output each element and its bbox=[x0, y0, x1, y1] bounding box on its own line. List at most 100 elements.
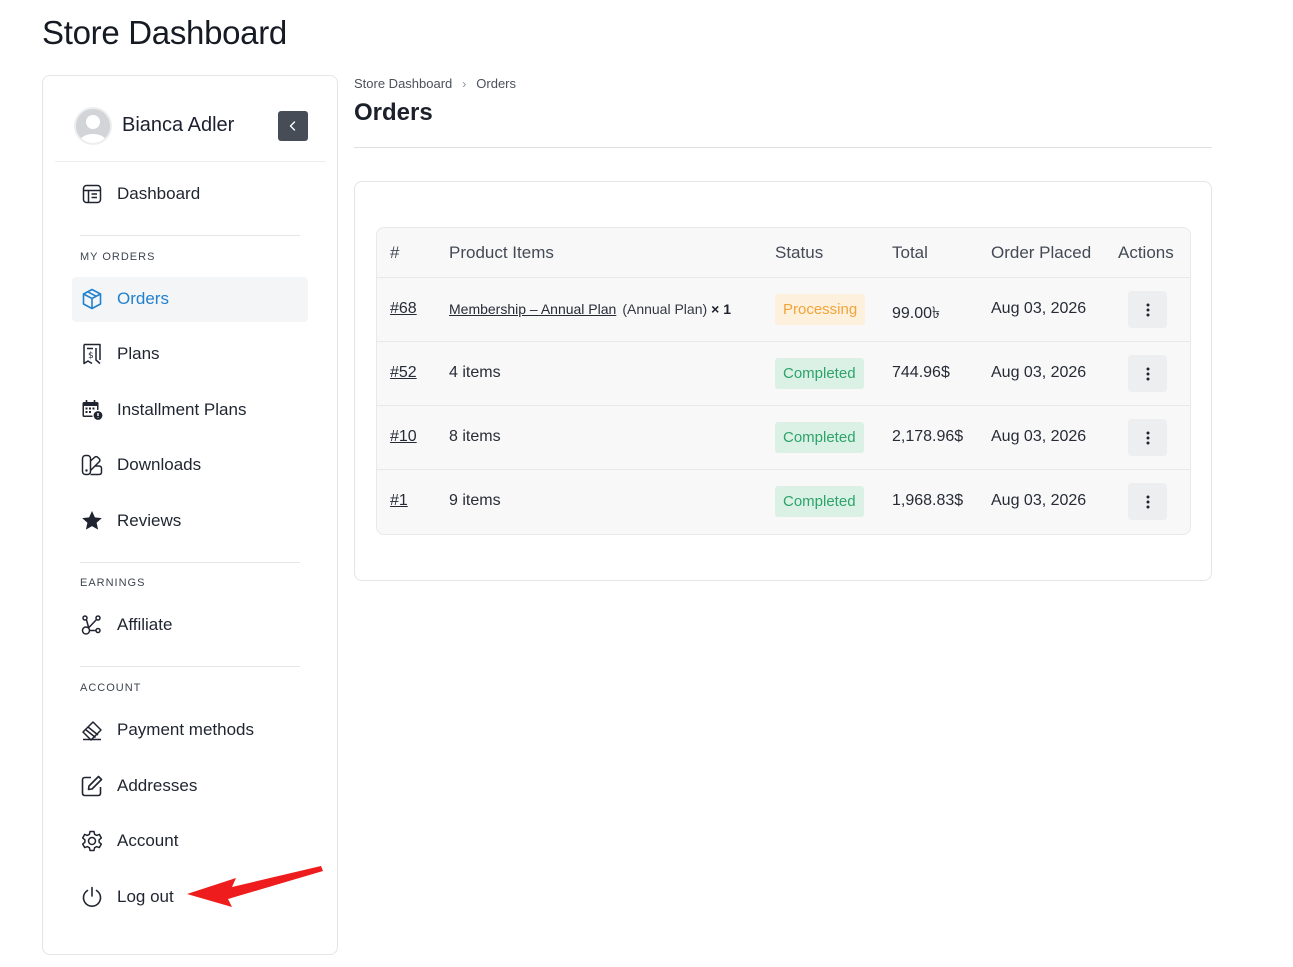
section-title: Orders bbox=[354, 99, 433, 126]
column-header-product-items: Product Items bbox=[449, 243, 554, 262]
order-date: Aug 03, 2026 bbox=[991, 428, 1087, 445]
sidebar-item-payment-methods[interactable]: Payment methods bbox=[72, 708, 308, 753]
order-link[interactable]: #52 bbox=[390, 364, 417, 381]
dashboard-icon bbox=[80, 182, 104, 206]
sidebar-item-label: Dashboard bbox=[117, 184, 201, 203]
sidebar-item-label: Installment Plans bbox=[117, 400, 247, 419]
sidebar-item-label: Addresses bbox=[117, 776, 198, 795]
column-header-order-placed: Order Placed bbox=[991, 243, 1092, 262]
table-header: # Product Items Status Total Order Place… bbox=[377, 228, 1190, 278]
sidebar-item-installment-plans[interactable]: Installment Plans bbox=[72, 388, 308, 433]
sidebar-item-reviews[interactable]: Reviews bbox=[72, 499, 308, 544]
order-link[interactable]: #10 bbox=[390, 428, 417, 445]
product-quantity: × 1 bbox=[711, 301, 732, 317]
sidebar-item-label: Plans bbox=[117, 344, 160, 363]
order-date: Aug 03, 2026 bbox=[991, 364, 1087, 381]
box-icon bbox=[80, 287, 104, 311]
sidebar-item-label: Affiliate bbox=[117, 615, 173, 634]
sidebar-item-addresses[interactable]: Addresses bbox=[72, 764, 308, 809]
affiliate-icon bbox=[80, 613, 104, 637]
product-variant: (Annual Plan) bbox=[622, 301, 708, 317]
column-header-status: Status bbox=[775, 243, 824, 262]
order-total: 2,178.96$ bbox=[892, 428, 964, 445]
profile-header: Bianca Adler bbox=[55, 76, 326, 162]
section-label-account: ACCOUNT bbox=[80, 682, 142, 694]
sidebar-item-downloads[interactable]: Downloads bbox=[72, 443, 308, 488]
breadcrumb-link-store-dashboard[interactable]: Store Dashboard bbox=[354, 76, 452, 91]
calendar-icon bbox=[80, 398, 104, 422]
table-row: #52 4 items Completed 744.96$ Aug 03, 20… bbox=[377, 342, 1190, 406]
order-date: Aug 03, 2026 bbox=[991, 300, 1087, 317]
edit-icon bbox=[80, 774, 104, 798]
sidebar-item-dashboard[interactable]: Dashboard bbox=[72, 172, 308, 217]
divider bbox=[80, 666, 300, 667]
star-icon bbox=[80, 509, 104, 533]
order-actions-button[interactable] bbox=[1128, 355, 1167, 392]
sidebar-item-account[interactable]: Account bbox=[72, 819, 308, 864]
sidebar-item-plans[interactable]: $ Plans bbox=[72, 332, 308, 377]
orders-card: # Product Items Status Total Order Place… bbox=[354, 181, 1212, 581]
order-number-cell: #52 bbox=[390, 364, 417, 382]
order-date: Aug 03, 2026 bbox=[991, 492, 1087, 509]
divider bbox=[354, 147, 1212, 148]
status-badge: Completed bbox=[775, 358, 864, 389]
sidebar-item-label: Payment methods bbox=[117, 720, 255, 739]
collapse-sidebar-button[interactable] bbox=[278, 111, 308, 141]
order-number-cell: #10 bbox=[390, 428, 417, 446]
chevron-right-icon: › bbox=[462, 76, 467, 91]
product-items-cell: 9 items bbox=[449, 492, 501, 509]
product-link[interactable]: Membership – Annual Plan bbox=[449, 301, 616, 317]
table-row: #1 9 items Completed 1,968.83$ Aug 03, 2… bbox=[377, 470, 1190, 534]
sidebar-item-label: Downloads bbox=[117, 455, 202, 474]
status-badge: Processing bbox=[775, 294, 866, 325]
product-items-cell: 8 items bbox=[449, 428, 501, 445]
divider bbox=[80, 562, 300, 563]
sidebar-item-label: Log out bbox=[117, 887, 174, 906]
avatar[interactable] bbox=[74, 107, 112, 145]
order-actions-button[interactable] bbox=[1128, 419, 1167, 456]
download-icon bbox=[80, 453, 104, 477]
table-row: #10 8 items Completed 2,178.96$ Aug 03, … bbox=[377, 406, 1190, 470]
order-total: 1,968.83$ bbox=[892, 492, 964, 509]
table-row: #68 Membership – Annual Plan (Annual Plan… bbox=[377, 278, 1190, 342]
orders-table: # Product Items Status Total Order Place… bbox=[376, 227, 1191, 535]
section-label-earnings: EARNINGS bbox=[80, 577, 146, 589]
order-number-cell: #68 bbox=[390, 300, 417, 318]
section-label-my-orders: MY ORDERS bbox=[80, 251, 156, 263]
column-header-actions: Actions bbox=[1118, 243, 1174, 262]
page-title: Store Dashboard bbox=[42, 14, 287, 51]
column-header-total: Total bbox=[892, 243, 928, 262]
card-icon bbox=[80, 718, 104, 742]
more-vertical-icon bbox=[1146, 303, 1149, 316]
order-actions-button[interactable] bbox=[1128, 483, 1167, 520]
sidebar-item-label: Account bbox=[117, 831, 179, 850]
more-vertical-icon bbox=[1146, 431, 1149, 444]
breadcrumb-current: Orders bbox=[476, 76, 517, 91]
sidebar-item-log-out[interactable]: Log out bbox=[72, 875, 308, 920]
power-icon bbox=[80, 885, 104, 909]
order-link[interactable]: #1 bbox=[390, 492, 408, 509]
profile-name: Bianca Adler bbox=[122, 114, 235, 136]
status-badge: Completed bbox=[775, 422, 864, 453]
status-badge: Completed bbox=[775, 486, 864, 517]
sidebar-item-label: Reviews bbox=[117, 511, 182, 530]
sidebar-item-label: Orders bbox=[117, 289, 169, 308]
product-items-cell: 4 items bbox=[449, 364, 501, 381]
order-number-cell: #1 bbox=[390, 492, 408, 510]
more-vertical-icon bbox=[1146, 495, 1149, 508]
sidebar-item-orders[interactable]: Orders bbox=[72, 277, 308, 322]
divider bbox=[80, 235, 300, 236]
sidebar-item-affiliate[interactable]: Affiliate bbox=[72, 603, 308, 648]
gear-icon bbox=[80, 829, 104, 853]
order-total: 99.00৳ bbox=[892, 305, 941, 322]
receipt-icon: $ bbox=[80, 342, 104, 366]
order-total: 744.96$ bbox=[892, 364, 950, 381]
sidebar: Bianca Adler Dashboard MY ORDERS Orders … bbox=[42, 75, 338, 955]
order-actions-button[interactable] bbox=[1128, 291, 1167, 328]
svg-text:$: $ bbox=[88, 351, 94, 361]
chevron-left-icon bbox=[289, 121, 296, 131]
column-header-number: # bbox=[390, 243, 400, 262]
order-link[interactable]: #68 bbox=[390, 300, 417, 317]
user-avatar-icon bbox=[76, 109, 110, 143]
product-items-cell: Membership – Annual Plan (Annual Plan) × 1 bbox=[449, 301, 731, 319]
